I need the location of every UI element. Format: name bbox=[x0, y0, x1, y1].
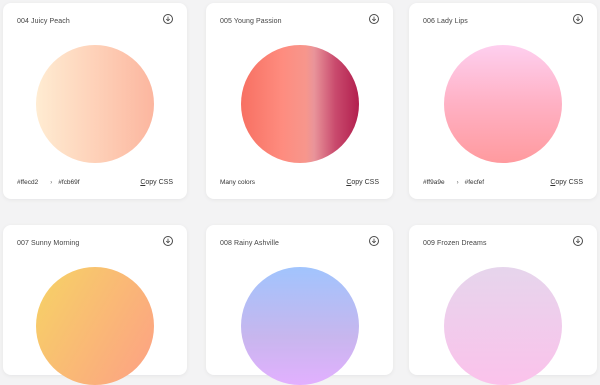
gradient-swatch bbox=[240, 45, 359, 163]
download-icon[interactable] bbox=[163, 14, 173, 24]
gradient-card: 006 Lady Lips #ff9a9e › #fecfef Copy CSS bbox=[409, 3, 597, 199]
gradient-swatch bbox=[36, 267, 154, 385]
color-to-hex: #fecfef bbox=[464, 179, 485, 186]
gradient-card: 009 Frozen Dreams bbox=[409, 225, 597, 385]
card-footer: #ffecd2 › #fcb69f Copy CSS bbox=[17, 179, 173, 186]
gradient-swatch bbox=[240, 267, 359, 385]
gradient-card: 008 Rainy Ashville bbox=[206, 225, 393, 385]
gradient-title: 007 Sunny Morning bbox=[17, 240, 80, 247]
arrow-right-icon: › bbox=[50, 179, 53, 186]
color-from-hex: #ff9a9e bbox=[423, 179, 445, 186]
gradient-title: 005 Young Passion bbox=[220, 18, 282, 25]
copy-css-button[interactable]: Copy CSS bbox=[550, 179, 583, 186]
color-from-hex: #ffecd2 bbox=[17, 179, 39, 186]
gradient-title: 006 Lady Lips bbox=[423, 18, 468, 25]
card-footer: Many colors Copy CSS bbox=[220, 179, 379, 186]
gradient-card: 007 Sunny Morning bbox=[3, 225, 187, 385]
download-icon[interactable] bbox=[573, 236, 583, 246]
copy-css-button[interactable]: Copy CSS bbox=[140, 179, 173, 186]
gradient-title: 008 Rainy Ashville bbox=[220, 240, 279, 247]
gradient-swatch bbox=[444, 45, 562, 163]
download-icon[interactable] bbox=[573, 14, 583, 24]
download-icon[interactable] bbox=[369, 236, 379, 246]
gradient-title: 004 Juicy Peach bbox=[17, 18, 70, 25]
gradient-card: 004 Juicy Peach #ffecd2 › #fcb69f Copy C… bbox=[3, 3, 187, 199]
gradient-swatch bbox=[444, 267, 562, 385]
many-colors-label: Many colors bbox=[220, 179, 256, 186]
arrow-right-icon: › bbox=[456, 179, 459, 186]
gradient-swatch bbox=[36, 45, 154, 163]
download-icon[interactable] bbox=[163, 236, 173, 246]
download-icon[interactable] bbox=[369, 14, 379, 24]
copy-css-button[interactable]: Copy CSS bbox=[346, 179, 379, 186]
gradient-card: 005 Young Passion Many colors Copy CSS bbox=[206, 3, 393, 199]
card-footer: #ff9a9e › #fecfef Copy CSS bbox=[423, 179, 583, 186]
color-to-hex: #fcb69f bbox=[58, 179, 80, 186]
gradient-title: 009 Frozen Dreams bbox=[423, 240, 487, 247]
